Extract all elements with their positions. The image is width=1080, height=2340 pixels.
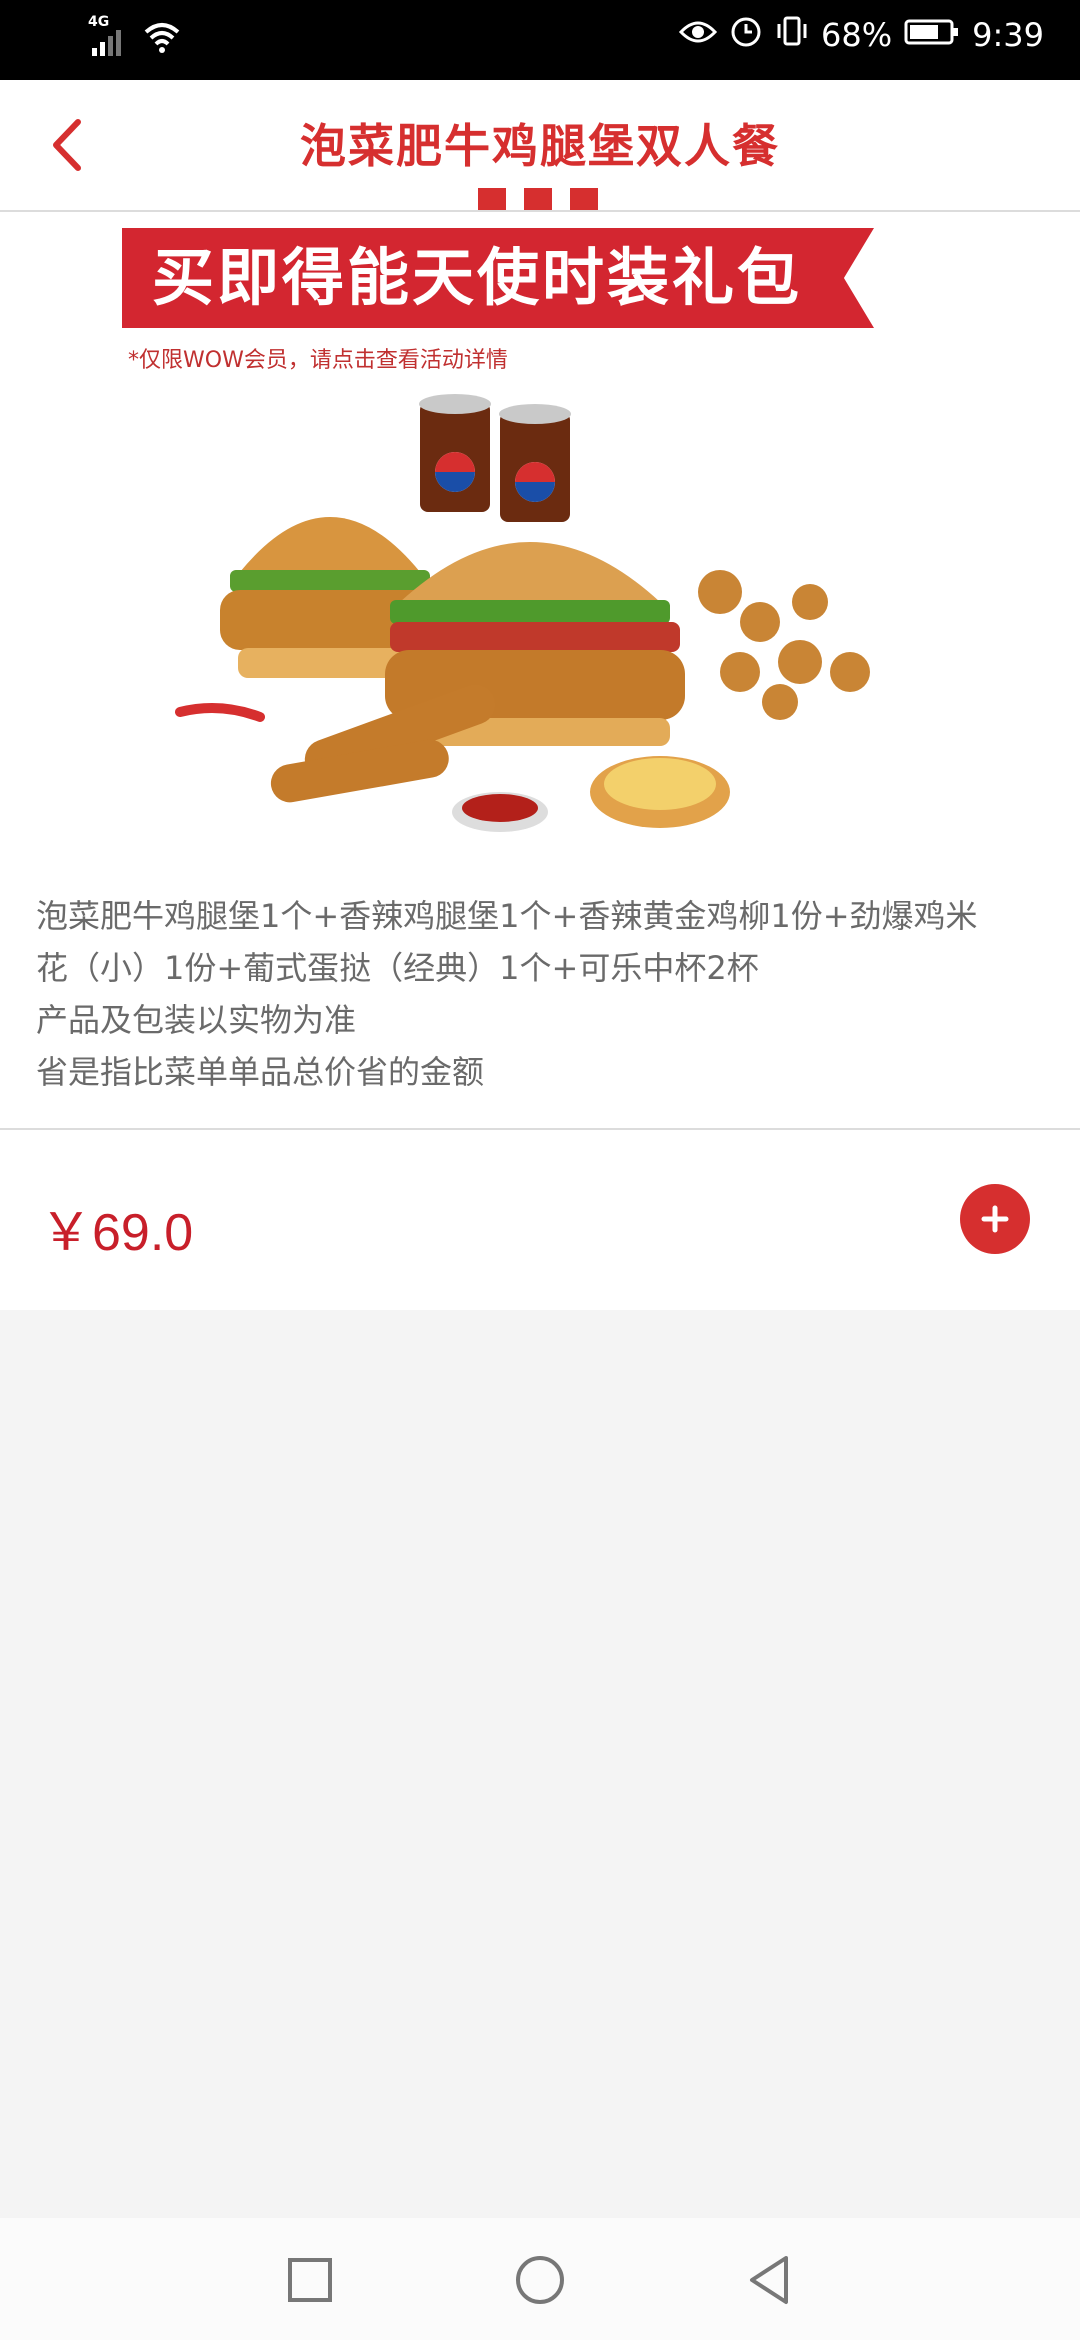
ketchup-dip-icon <box>452 792 548 832</box>
triangle-back-icon <box>750 2256 788 2304</box>
product-image <box>175 394 870 832</box>
promo-banner[interactable]: 买即得能天使时装礼包 <box>122 228 874 328</box>
popcorn-chicken-icon <box>698 570 870 720</box>
home-button[interactable] <box>512 2252 568 2308</box>
chili-icon <box>175 703 265 722</box>
back-button[interactable] <box>36 110 106 180</box>
wifi-icon <box>142 20 182 58</box>
description-line: 省是指比菜单单品总价省的金额 <box>36 1053 485 1091</box>
status-right: 68% 9:39 <box>678 14 1044 56</box>
chevron-left-icon <box>53 119 81 171</box>
egg-tart-icon <box>590 756 730 828</box>
description-line: 产品及包装以实物为准 <box>36 1001 357 1039</box>
add-to-cart-button[interactable] <box>960 1184 1030 1254</box>
product-description: 泡菜肥牛鸡腿堡1个+香辣鸡腿堡1个+香辣黄金鸡柳1份+劲爆鸡米 花（小）1份+葡… <box>36 890 1046 1098</box>
eye-comfort-icon <box>678 16 718 54</box>
battery-icon <box>904 16 960 54</box>
clock-time: 9:39 <box>972 16 1044 54</box>
product-price: ￥69.0 <box>40 1204 194 1262</box>
back-nav-button[interactable] <box>742 2252 798 2308</box>
description-line: 花（小）1份+葡式蛋挞（经典）1个+可乐中杯2杯 <box>36 949 759 987</box>
cola-cup-icon <box>419 394 491 512</box>
page-title: 泡菜肥牛鸡腿堡双人餐 <box>300 119 780 173</box>
system-nav-bar <box>0 2218 1080 2340</box>
vibrate-icon <box>775 14 809 56</box>
square-icon <box>288 2258 332 2302</box>
status-left: 4G <box>88 14 182 58</box>
kfc-logo-stripes <box>478 188 598 210</box>
cola-cup-icon <box>499 404 571 522</box>
plus-icon <box>981 1205 1009 1233</box>
alarm-icon <box>729 14 763 56</box>
circle-icon <box>516 2256 564 2304</box>
recents-button[interactable] <box>282 2252 338 2308</box>
product-card: 买即得能天使时装礼包 *仅限WOW会员，请点击查看活动详情 泡菜肥牛鸡腿堡1个+… <box>0 212 1080 1310</box>
promo-fine-print[interactable]: *仅限WOW会员，请点击查看活动详情 <box>128 342 508 374</box>
divider <box>0 1128 1080 1130</box>
status-bar: 4G 68% 9:39 <box>0 0 1080 80</box>
battery-percent: 68% <box>821 16 893 54</box>
page-header: 泡菜肥牛鸡腿堡双人餐 <box>0 80 1080 212</box>
description-line: 泡菜肥牛鸡腿堡1个+香辣鸡腿堡1个+香辣黄金鸡柳1份+劲爆鸡米 <box>36 897 978 935</box>
cellular-signal-icon: 4G <box>88 14 128 58</box>
